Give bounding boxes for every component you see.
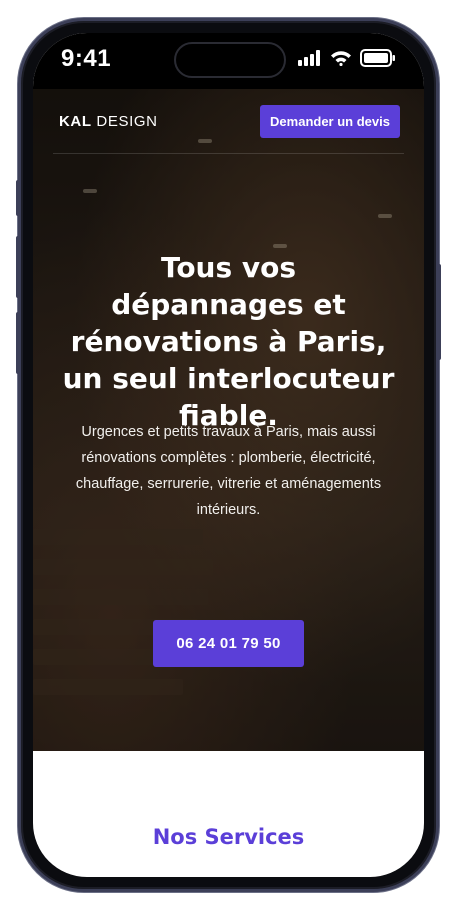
call-phone-button[interactable]: 06 24 01 79 50 [153, 620, 304, 667]
nav-divider [53, 153, 404, 154]
status-bar: 9:41 [33, 33, 424, 89]
status-time: 9:41 [61, 45, 112, 72]
volume-down-button [16, 312, 20, 374]
hero-headline: Tous vos dépannages et rénovations à Par… [62, 251, 395, 432]
site-logo[interactable]: KAL DESIGN [59, 113, 158, 130]
wifi-icon [331, 51, 351, 66]
top-nav: KAL DESIGN Demander un devis [33, 89, 424, 169]
dynamic-island [174, 42, 286, 78]
request-quote-button[interactable]: Demander un devis [260, 105, 400, 138]
phone-screen: 9:41 KAL DESIGN Demander un devis Tous v… [33, 33, 424, 877]
battery-icon [360, 49, 395, 67]
volume-up-button [16, 236, 20, 298]
hero-section: KAL DESIGN Demander un devis Tous vos dé… [33, 89, 424, 751]
silent-switch [16, 180, 20, 216]
logo-rest-text: DESIGN [96, 113, 158, 130]
hero-subtext: Urgences et petits travaux à Paris, mais… [75, 424, 382, 518]
logo-bold-text: KAL [59, 113, 92, 130]
status-icons [298, 49, 396, 67]
cellular-signal-icon [298, 50, 320, 66]
services-heading: Nos Services [152, 825, 305, 849]
power-button [437, 264, 441, 360]
